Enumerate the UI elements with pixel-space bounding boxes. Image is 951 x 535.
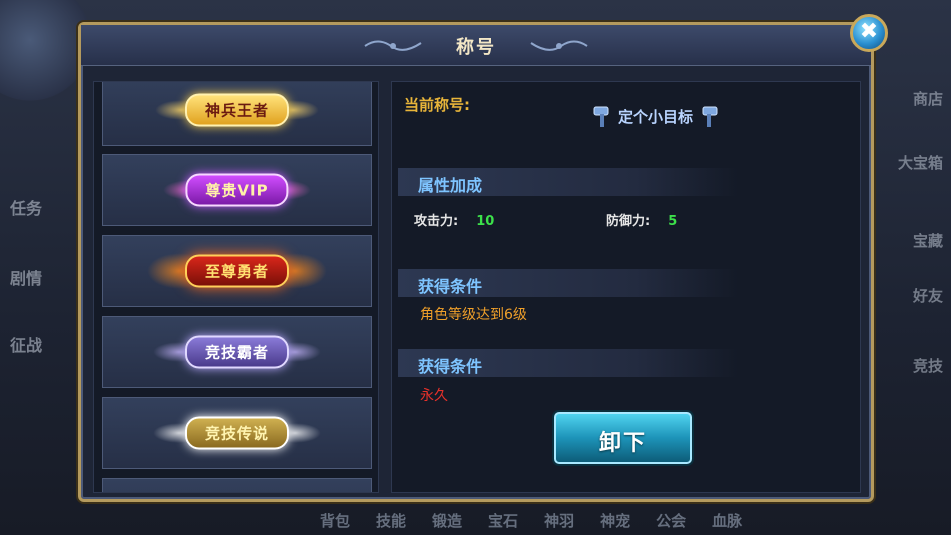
bg-menu-task: 任务 <box>10 199 43 218</box>
duration-text: 永久 <box>420 388 448 404</box>
dialog-title: 称号 <box>456 37 496 58</box>
attribute-section-title: 属性加成 <box>418 176 483 195</box>
unequip-button-label: 卸下 <box>598 431 647 456</box>
bg-menu-feather: 神羽 <box>544 512 575 530</box>
title-detail-panel: 当前称号: 定个小目标 属性加成 攻击力: 10 防御力: 5 获得条件 角色等级达… <box>391 81 861 493</box>
title-badge: 至尊勇者 <box>184 254 290 288</box>
title-list[interactable]: 神兵王者 尊贵VIP 至尊勇者 竞技霸者 竞技传说 <box>93 81 379 493</box>
bg-menu-gem: 宝石 <box>488 512 519 530</box>
duration-section-title: 获得条件 <box>418 357 483 376</box>
attack-value: 10 <box>476 214 495 229</box>
bg-menu-treasure: 宝藏 <box>912 232 943 250</box>
bg-menu-friends: 好友 <box>912 287 943 305</box>
attribute-section-header: 属性加成 <box>398 168 738 196</box>
title-badge: 尊贵VIP <box>185 173 289 207</box>
bg-menu-chest: 大宝箱 <box>897 154 943 172</box>
close-icon: ✖ <box>859 19 879 44</box>
attack-label: 攻击力: <box>414 214 459 229</box>
dialog-title-bar: 称号 <box>81 25 871 66</box>
title-list-item[interactable]: 竞技霸者 <box>102 316 372 388</box>
title-list-item-partial[interactable] <box>102 478 372 492</box>
title-list-item[interactable]: 竞技传说 <box>102 397 372 469</box>
title-list-item[interactable]: 神兵王者 <box>102 82 372 146</box>
title-list-item[interactable]: 至尊勇者 <box>102 235 372 307</box>
condition-text: 角色等级达到6级 <box>420 307 527 323</box>
title-dialog: 称号 神兵王者 尊贵VIP 至尊勇者 竞技霸者 竞技传说 当前称号: 定个小目标… <box>78 22 874 502</box>
title-list-item[interactable]: 尊贵VIP <box>102 154 372 226</box>
bg-menu-guild: 公会 <box>656 512 687 530</box>
current-title-text: 定个小目标 <box>618 107 694 126</box>
hammer-icon <box>702 106 718 127</box>
background-right-menu: 商店 大宝箱 宝藏 好友 竞技 <box>881 70 951 390</box>
defense-stat: 防御力: 5 <box>606 210 677 229</box>
condition-section-title: 获得条件 <box>418 277 483 296</box>
current-title-label: 当前称号: <box>404 96 470 114</box>
title-badge: 神兵王者 <box>184 93 290 127</box>
bg-menu-pet: 神宠 <box>600 512 631 530</box>
defense-label: 防御力: <box>606 214 651 229</box>
hammer-icon <box>593 106 609 127</box>
ornament-right-icon <box>530 40 588 51</box>
title-badge: 竞技传说 <box>184 416 290 450</box>
bg-menu-bag: 背包 <box>320 512 351 530</box>
current-title: 定个小目标 <box>592 104 719 128</box>
bg-menu-bloodline: 血脉 <box>712 512 743 530</box>
background-left-menu: 任务 剧情 征战 <box>0 60 80 480</box>
defense-value: 5 <box>668 214 678 229</box>
attack-stat: 攻击力: 10 <box>414 210 494 229</box>
bg-menu-skill: 技能 <box>376 512 407 530</box>
bg-menu-story: 剧情 <box>10 269 43 288</box>
title-badge: 竞技霸者 <box>184 335 290 369</box>
duration-section-header: 获得条件 <box>398 349 738 377</box>
unequip-button[interactable]: 卸下 <box>554 412 692 464</box>
bg-menu-shop: 商店 <box>912 90 943 108</box>
background-bottom-menu: 背包 技能 锻造 宝石 神羽 神宠 公会 血脉 <box>320 510 742 531</box>
close-button[interactable]: ✖ <box>850 14 888 52</box>
bg-menu-forge: 锻造 <box>432 512 463 530</box>
bg-menu-campaign: 征战 <box>10 336 43 355</box>
bg-menu-arena: 竞技 <box>912 357 943 375</box>
condition-section-header: 获得条件 <box>398 269 738 297</box>
